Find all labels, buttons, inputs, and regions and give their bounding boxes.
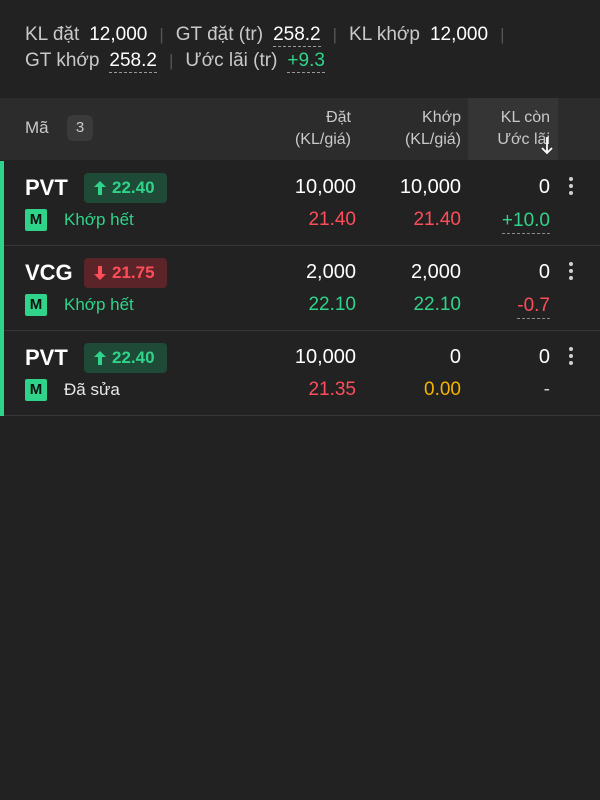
stock-symbol: PVT [25, 175, 68, 200]
kebab-menu-icon[interactable] [564, 347, 578, 371]
matched-quantity: 10,000 [399, 176, 461, 198]
row-accent-bar [0, 161, 4, 246]
summary-line-2: GT khớp 258.2 | Ước lãi (tr) +9.3 [25, 46, 325, 76]
price-badge: 22.40 [84, 343, 167, 373]
matched-price: 21.40 [413, 209, 461, 230]
matched-price: 0.00 [424, 379, 461, 400]
gt-khop-label: GT khớp [25, 50, 100, 71]
kl-khop-label: KL khớp [349, 24, 420, 45]
stock-symbol: VCG [25, 260, 73, 285]
order-row[interactable]: PVT 22.40 M Khớp hết 10,000 21.40 10,000… [0, 161, 600, 246]
row-accent-bar [0, 331, 4, 416]
column-header-remaining-title: KL còn [500, 109, 550, 126]
column-header-order-title: Đặt [326, 109, 351, 126]
order-quantity: 2,000 [305, 261, 356, 283]
gt-dat-label: GT đặt (tr) [175, 24, 264, 45]
order-count-badge: 3 [67, 115, 93, 141]
remaining-quantity: 0 [538, 346, 550, 368]
order-quantity: 10,000 [294, 176, 356, 198]
order-quantity: 10,000 [294, 346, 356, 368]
matched-quantity: 0 [449, 346, 461, 368]
order-row[interactable]: VCG 21.75 M Khớp hết 2,000 22.10 2,000 2… [0, 246, 600, 331]
uoc-lai-value[interactable]: +9.3 [287, 50, 325, 73]
order-type-badge: M [25, 209, 47, 231]
price-badge: 21.75 [84, 258, 167, 288]
divider: | [332, 25, 338, 44]
column-header-matched-sub: (KL/giá) [404, 131, 461, 148]
kebab-menu-icon[interactable] [564, 262, 578, 286]
order-row[interactable]: PVT 22.40 M Đã sửa 10,000 21.35 0 0.00 0… [0, 331, 600, 416]
column-header-order-sub: (KL/giá) [294, 131, 351, 148]
divider: | [168, 51, 174, 70]
divider: | [159, 25, 164, 44]
order-price: 21.35 [308, 379, 356, 400]
price-value: 22.40 [112, 178, 155, 197]
gt-khop-value[interactable]: 258.2 [109, 50, 157, 73]
column-header-symbol: Mã [25, 118, 49, 137]
kl-khop-value: 12,000 [429, 24, 489, 45]
price-value: 22.40 [112, 348, 155, 367]
kl-dat-label: KL đặt [25, 24, 80, 45]
arrow-up-icon [94, 181, 106, 195]
estimated-profit[interactable]: -0.7 [517, 294, 550, 319]
sort-down-icon[interactable] [538, 135, 556, 157]
column-header-matched-title: Khớp [422, 109, 461, 126]
estimated-profit[interactable]: +10.0 [501, 209, 550, 234]
price-badge: 22.40 [84, 173, 167, 203]
kebab-menu-icon[interactable] [564, 177, 578, 201]
arrow-down-icon [94, 266, 106, 280]
divider: | [500, 25, 505, 44]
order-price: 22.10 [308, 294, 356, 315]
stock-symbol: PVT [25, 345, 68, 370]
matched-quantity: 2,000 [410, 261, 461, 283]
arrow-up-icon [94, 351, 106, 365]
order-status: Đã sửa [64, 380, 120, 399]
order-status: Khớp hết [64, 295, 134, 314]
gt-dat-value[interactable]: 258.2 [273, 24, 321, 47]
remaining-quantity: 0 [538, 176, 550, 198]
column-header-order: Đặt (KL/giá) [295, 107, 351, 151]
order-summary: KL đặt 12,000 | GT đặt (tr) 258.2 | KL k… [0, 0, 600, 100]
order-table-header: Mã 3 Đặt (KL/giá) Khớp (KL/giá) KL còn Ư… [0, 98, 600, 160]
kl-dat-value: 12,000 [89, 24, 148, 45]
column-header-matched: Khớp (KL/giá) [405, 107, 461, 151]
remaining-quantity: 0 [538, 261, 550, 283]
order-price: 21.40 [308, 209, 356, 230]
uoc-lai-label: Ước lãi (tr) [185, 50, 278, 71]
order-status: Khớp hết [64, 210, 134, 229]
matched-price: 22.10 [413, 294, 461, 315]
price-value: 21.75 [112, 263, 155, 282]
estimated-profit: - [543, 379, 550, 400]
order-type-badge: M [25, 294, 47, 316]
order-type-badge: M [25, 379, 47, 401]
row-accent-bar [0, 246, 4, 331]
